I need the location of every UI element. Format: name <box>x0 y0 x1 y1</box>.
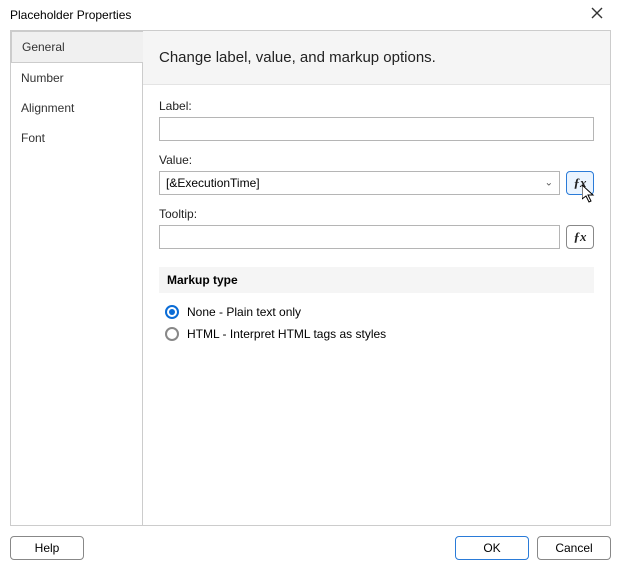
markup-section-header: Markup type <box>159 267 594 293</box>
tooltip-expression-button[interactable]: ƒx <box>566 225 594 249</box>
content-panel: Change label, value, and markup options.… <box>143 31 610 525</box>
cancel-button[interactable]: Cancel <box>537 536 611 560</box>
markup-option-none[interactable]: None - Plain text only <box>159 301 594 323</box>
value-field-label: Value: <box>159 153 594 167</box>
close-icon <box>591 7 603 19</box>
label-input[interactable] <box>159 117 594 141</box>
tooltip-input[interactable] <box>159 225 560 249</box>
tab-general[interactable]: General <box>11 31 143 63</box>
panel-body: Label: Value: [&ExecutionTime] ⌄ ƒx Tool… <box>143 85 610 359</box>
chevron-down-icon: ⌄ <box>545 178 553 189</box>
radio-icon <box>165 305 179 319</box>
title-bar: Placeholder Properties <box>0 0 621 30</box>
tab-alignment[interactable]: Alignment <box>11 93 142 123</box>
sidebar: General Number Alignment Font <box>11 31 143 525</box>
close-button[interactable] <box>583 6 611 24</box>
panel-heading: Change label, value, and markup options. <box>143 31 610 85</box>
label-field-label: Label: <box>159 99 594 113</box>
fx-icon: ƒx <box>574 175 587 191</box>
value-select[interactable]: [&ExecutionTime] ⌄ <box>159 171 560 195</box>
footer: Help OK Cancel <box>10 536 611 560</box>
markup-option-html[interactable]: HTML - Interpret HTML tags as styles <box>159 323 594 345</box>
tab-font[interactable]: Font <box>11 123 142 153</box>
radio-icon <box>165 327 179 341</box>
value-expression-button[interactable]: ƒx <box>566 171 594 195</box>
footer-button-group: OK Cancel <box>455 536 611 560</box>
markup-option-label: HTML - Interpret HTML tags as styles <box>187 327 386 341</box>
tab-number[interactable]: Number <box>11 63 142 93</box>
tooltip-field-label: Tooltip: <box>159 207 594 221</box>
fx-icon: ƒx <box>574 229 587 245</box>
markup-option-label: None - Plain text only <box>187 305 301 319</box>
ok-button[interactable]: OK <box>455 536 529 560</box>
help-button[interactable]: Help <box>10 536 84 560</box>
value-select-text: [&ExecutionTime] <box>166 176 260 190</box>
window-title: Placeholder Properties <box>10 8 131 22</box>
main-area: General Number Alignment Font Change lab… <box>10 30 611 526</box>
